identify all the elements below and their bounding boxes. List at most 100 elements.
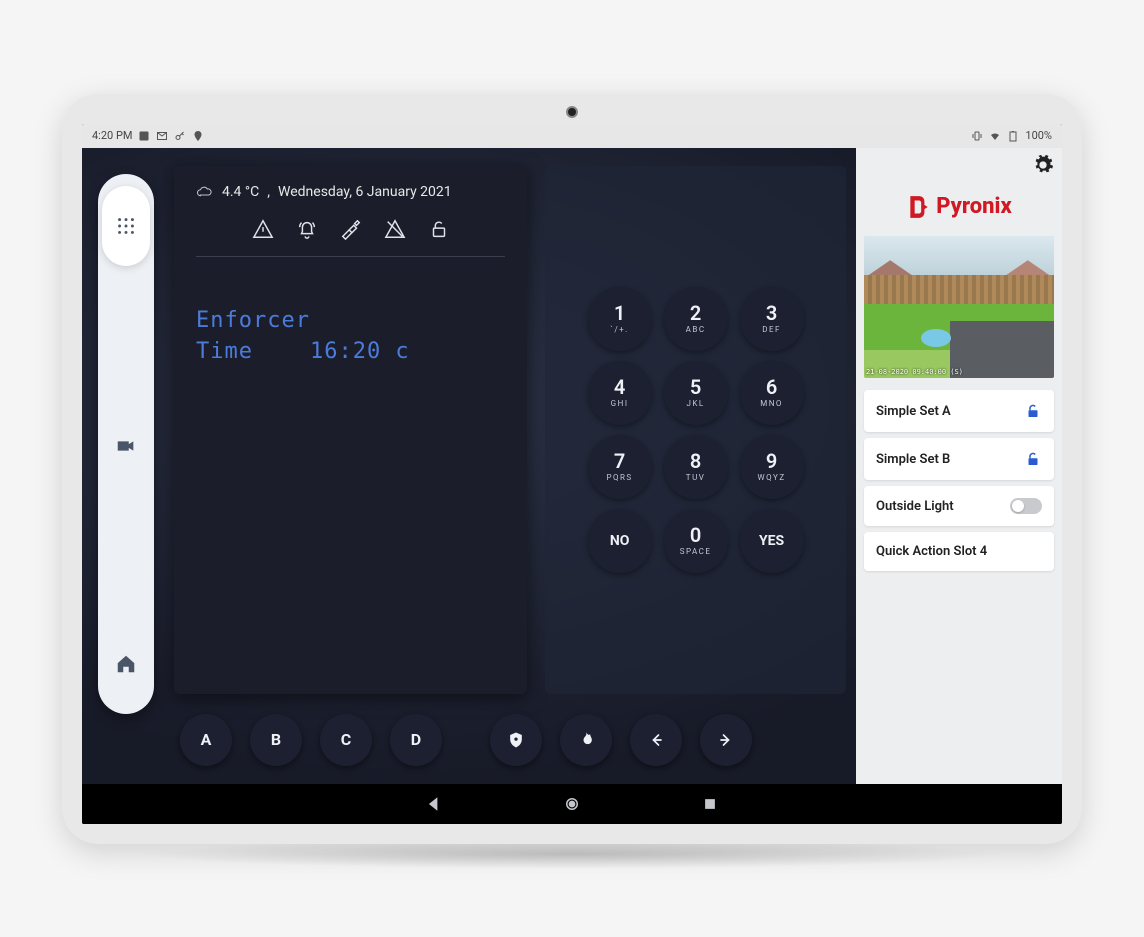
- key-label: 6: [766, 377, 777, 397]
- android-home-button[interactable]: [563, 795, 581, 813]
- battery-icon: [1007, 130, 1019, 142]
- area-b-button[interactable]: B: [250, 714, 302, 766]
- key-label: 9: [766, 451, 777, 471]
- weather-date: Wednesday, 6 January 2021: [278, 184, 452, 200]
- settings-button[interactable]: [1032, 154, 1054, 176]
- quick-action-0[interactable]: Simple Set A: [864, 390, 1054, 432]
- quick-action-label: Simple Set B: [876, 452, 950, 467]
- key-4[interactable]: 4 GHI: [588, 361, 652, 425]
- gear-icon: [1032, 154, 1054, 176]
- quick-action-label: Outside Light: [876, 499, 954, 514]
- bell-icon: [296, 218, 318, 240]
- vibrate-icon: [971, 130, 983, 142]
- key-no[interactable]: NO: [588, 509, 652, 573]
- android-nav-bar: [82, 784, 1062, 824]
- key-label: 2: [690, 303, 701, 323]
- key-label: 5: [690, 377, 701, 397]
- video-camera-icon: [115, 435, 137, 457]
- warning-icon: [252, 218, 274, 240]
- quick-action-1[interactable]: Simple Set B: [864, 438, 1054, 480]
- brand: Pyronix: [864, 188, 1054, 230]
- tablet-camera-icon: [566, 106, 578, 118]
- key-sublabel: MNO: [760, 399, 783, 408]
- key-label: 4: [614, 377, 625, 397]
- location-icon: [192, 130, 204, 142]
- arrow-right-icon: [716, 730, 736, 750]
- tablet-frame: 4:20 PM 100%: [62, 94, 1082, 844]
- key-sublabel: PQRS: [606, 473, 632, 482]
- hammer-icon: [340, 218, 362, 240]
- keypad-tab[interactable]: [102, 186, 150, 266]
- key-sublabel: `/+.: [610, 325, 628, 334]
- house-icon: [115, 653, 137, 675]
- app-body: 4.4 °C, Wednesday, 6 January 2021 Enforc…: [82, 148, 1062, 784]
- cloud-icon: [196, 185, 214, 199]
- weather-line: 4.4 °C, Wednesday, 6 January 2021: [196, 184, 505, 200]
- left-nav: [98, 174, 154, 714]
- fire-button[interactable]: [560, 714, 612, 766]
- shadow: [139, 839, 1006, 869]
- mail-icon: [156, 130, 168, 142]
- area-a-button[interactable]: A: [180, 714, 232, 766]
- lcd-display: Enforcer Time 16:20 c: [196, 305, 505, 369]
- wifi-icon: [989, 130, 1001, 142]
- key-sublabel: TUV: [686, 473, 706, 482]
- camera-thumbnail[interactable]: 21-08-2020 09:40:00 (S): [864, 236, 1054, 379]
- weather-temp: 4.4 °C: [222, 184, 259, 200]
- quick-action-label: Simple Set A: [876, 404, 951, 419]
- camera-tab[interactable]: [102, 406, 150, 486]
- key-label: 0: [690, 525, 701, 545]
- police-button[interactable]: [490, 714, 542, 766]
- quick-action-2[interactable]: Outside Light: [864, 486, 1054, 526]
- home-tab[interactable]: [102, 624, 150, 704]
- unlock-icon: [428, 218, 450, 240]
- key-1[interactable]: 1 `/+.: [588, 287, 652, 351]
- main-column: 4.4 °C, Wednesday, 6 January 2021 Enforc…: [168, 148, 856, 784]
- status-time: 4:20 PM: [92, 129, 132, 142]
- battery-percent: 100%: [1025, 129, 1052, 142]
- key-label: NO: [610, 534, 630, 548]
- key-sublabel: SPACE: [680, 547, 712, 556]
- info-panel: 4.4 °C, Wednesday, 6 January 2021 Enforc…: [174, 166, 527, 694]
- right-panel: Pyronix 21-08-2020 09:40:00 (S) Simple S…: [856, 148, 1062, 784]
- screen: 4:20 PM 100%: [82, 124, 1062, 824]
- grid-icon: [115, 215, 137, 237]
- back-button[interactable]: [630, 714, 682, 766]
- key-7[interactable]: 7 PQRS: [588, 435, 652, 499]
- arrow-left-icon: [646, 730, 666, 750]
- android-back-button[interactable]: [425, 795, 443, 813]
- key-yes[interactable]: YES: [740, 509, 804, 573]
- key-6[interactable]: 6 MNO: [740, 361, 804, 425]
- key-label: 1: [614, 303, 625, 323]
- warning-strike-icon: [384, 218, 406, 240]
- key-sublabel: WQYZ: [758, 473, 786, 482]
- area-d-button[interactable]: D: [390, 714, 442, 766]
- key-5[interactable]: 5 JKL: [664, 361, 728, 425]
- divider: [196, 256, 505, 257]
- area-c-button[interactable]: C: [320, 714, 372, 766]
- image-icon: [138, 130, 150, 142]
- action-row: ABCD: [174, 694, 846, 784]
- brand-name: Pyronix: [936, 194, 1011, 219]
- key-sublabel: ABC: [686, 325, 706, 334]
- android-status-bar: 4:20 PM 100%: [82, 124, 1062, 148]
- toggle-switch[interactable]: [1010, 498, 1042, 514]
- key-8[interactable]: 8 TUV: [664, 435, 728, 499]
- unlock-icon: [1024, 402, 1042, 420]
- key-label: 3: [766, 303, 777, 323]
- quick-action-3[interactable]: Quick Action Slot 4: [864, 532, 1054, 571]
- key-9[interactable]: 9 WQYZ: [740, 435, 804, 499]
- key-icon: [174, 130, 186, 142]
- key-sublabel: JKL: [686, 399, 704, 408]
- key-3[interactable]: 3 DEF: [740, 287, 804, 351]
- key-0[interactable]: 0 SPACE: [664, 509, 728, 573]
- forward-button[interactable]: [700, 714, 752, 766]
- key-label: 7: [614, 451, 625, 471]
- android-recent-button[interactable]: [701, 795, 719, 813]
- key-label: 8: [690, 451, 701, 471]
- key-sublabel: GHI: [611, 399, 629, 408]
- fire-icon: [576, 730, 596, 750]
- quick-action-label: Quick Action Slot 4: [876, 544, 987, 559]
- key-sublabel: DEF: [762, 325, 781, 334]
- key-2[interactable]: 2 ABC: [664, 287, 728, 351]
